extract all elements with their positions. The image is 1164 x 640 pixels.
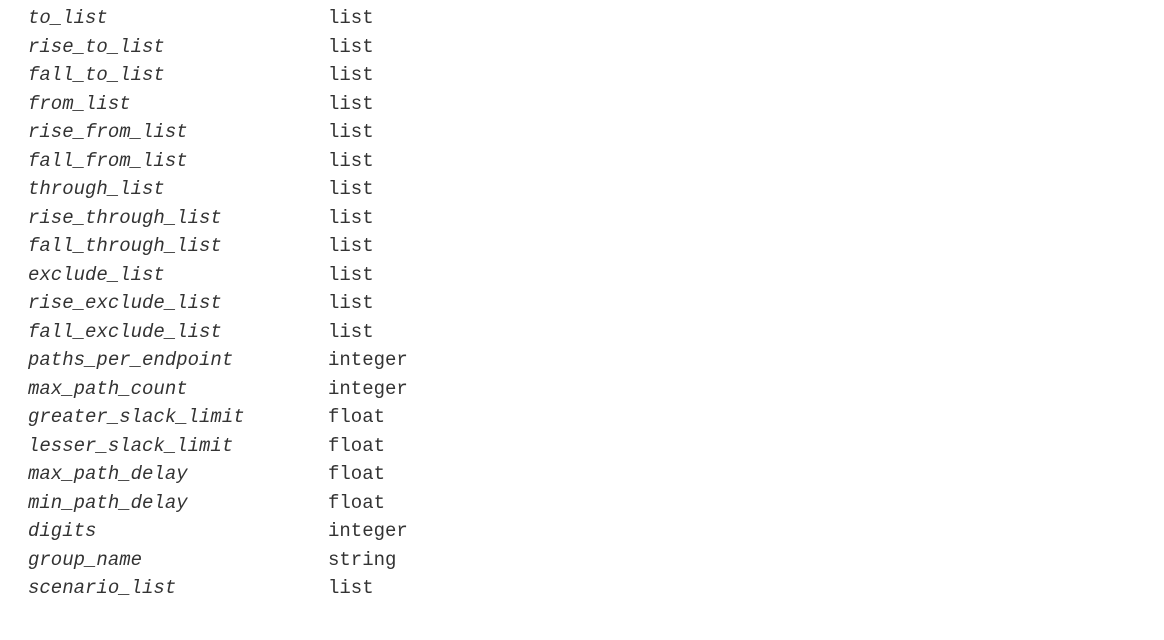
param-name: greater_slack_limit [28, 403, 328, 432]
param-type: list [328, 175, 374, 204]
table-row: scenario_list list [28, 574, 1164, 603]
param-type: float [328, 403, 385, 432]
param-name: scenario_list [28, 574, 328, 603]
param-name: lesser_slack_limit [28, 432, 328, 461]
table-row: exclude_list list [28, 261, 1164, 290]
param-type: list [328, 261, 374, 290]
table-row: fall_exclude_list list [28, 318, 1164, 347]
param-name: rise_to_list [28, 33, 328, 62]
table-row: group_name string [28, 546, 1164, 575]
table-row: min_path_delay float [28, 489, 1164, 518]
param-name: fall_through_list [28, 232, 328, 261]
param-name: through_list [28, 175, 328, 204]
param-name: fall_exclude_list [28, 318, 328, 347]
table-row: through_list list [28, 175, 1164, 204]
param-type: list [328, 318, 374, 347]
param-type: integer [328, 517, 408, 546]
param-type: list [328, 574, 374, 603]
param-type: float [328, 432, 385, 461]
param-type: list [328, 289, 374, 318]
table-row: max_path_count integer [28, 375, 1164, 404]
table-row: rise_to_list list [28, 33, 1164, 62]
param-type: list [328, 118, 374, 147]
table-row: rise_from_list list [28, 118, 1164, 147]
param-name: from_list [28, 90, 328, 119]
param-type: integer [328, 375, 408, 404]
param-name: rise_through_list [28, 204, 328, 233]
table-row: max_path_delay float [28, 460, 1164, 489]
param-type: string [328, 546, 396, 575]
table-row: rise_exclude_list list [28, 289, 1164, 318]
table-row: fall_from_list list [28, 147, 1164, 176]
param-type: list [328, 61, 374, 90]
param-name: max_path_delay [28, 460, 328, 489]
param-name: rise_exclude_list [28, 289, 328, 318]
table-row: fall_to_list list [28, 61, 1164, 90]
table-row: lesser_slack_limit float [28, 432, 1164, 461]
param-type: list [328, 232, 374, 261]
param-name: max_path_count [28, 375, 328, 404]
param-name: min_path_delay [28, 489, 328, 518]
param-type: float [328, 489, 385, 518]
table-row: rise_through_list list [28, 204, 1164, 233]
param-name: to_list [28, 4, 328, 33]
table-row: from_list list [28, 90, 1164, 119]
param-name: rise_from_list [28, 118, 328, 147]
param-name: paths_per_endpoint [28, 346, 328, 375]
param-type: list [328, 147, 374, 176]
table-row: digits integer [28, 517, 1164, 546]
param-type: list [328, 33, 374, 62]
param-name: fall_to_list [28, 61, 328, 90]
param-name: fall_from_list [28, 147, 328, 176]
param-name: exclude_list [28, 261, 328, 290]
table-row: paths_per_endpoint integer [28, 346, 1164, 375]
param-type: list [328, 204, 374, 233]
param-name: group_name [28, 546, 328, 575]
table-row: greater_slack_limit float [28, 403, 1164, 432]
param-type: integer [328, 346, 408, 375]
table-row: fall_through_list list [28, 232, 1164, 261]
parameter-type-list: to_list list rise_to_list list fall_to_l… [0, 0, 1164, 603]
param-type: list [328, 90, 374, 119]
table-row: to_list list [28, 4, 1164, 33]
param-name: digits [28, 517, 328, 546]
param-type: float [328, 460, 385, 489]
param-type: list [328, 4, 374, 33]
